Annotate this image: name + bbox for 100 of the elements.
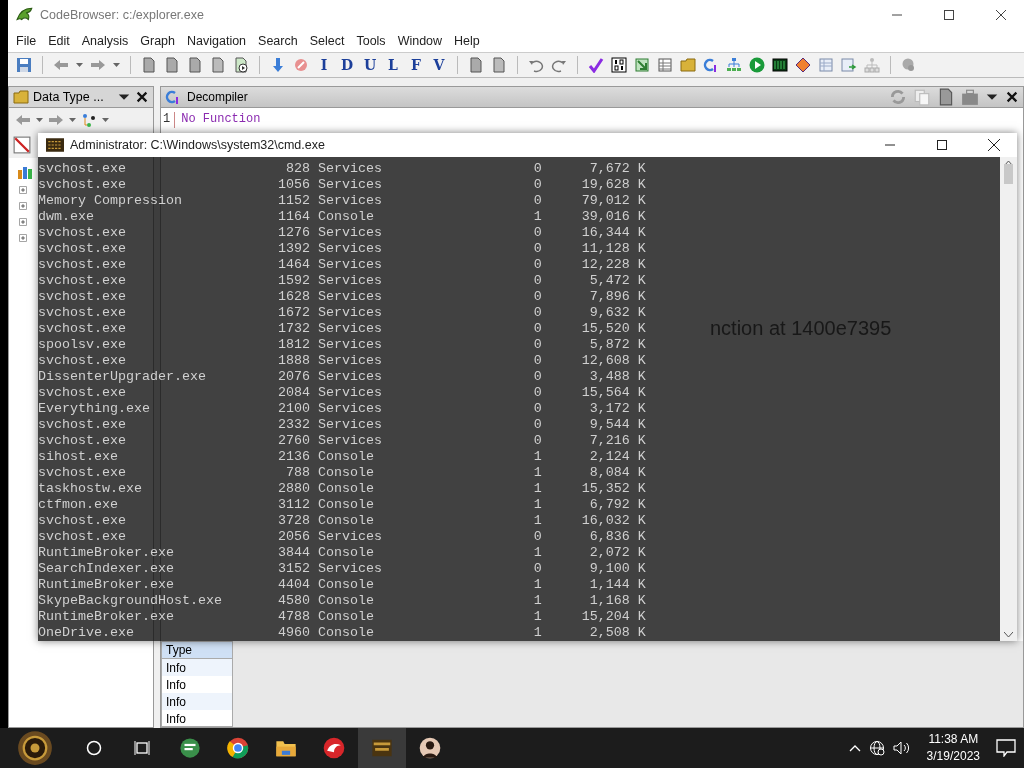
close-icon[interactable] [1005, 90, 1019, 104]
table-icon[interactable] [657, 57, 673, 73]
toolbar-letter-button[interactable]: F [408, 57, 424, 73]
play-icon[interactable] [749, 57, 765, 73]
process-id: 4404 [276, 577, 310, 593]
clock[interactable]: 11:38 AM 3/19/2023 [918, 731, 988, 765]
page-icon[interactable] [141, 57, 157, 73]
save-icon[interactable] [16, 57, 32, 73]
memory-usage: 9,100 K [588, 561, 646, 577]
session-name: Console [316, 465, 375, 481]
checkmark-icon[interactable] [588, 57, 604, 73]
scrollbar[interactable] [1000, 157, 1017, 641]
process-id: 4960 [276, 625, 310, 641]
menu-item[interactable]: Edit [42, 34, 76, 48]
memory-usage: 15,352 K [580, 481, 646, 497]
session-name: Console [316, 625, 375, 641]
caret-icon[interactable] [69, 118, 76, 122]
chevron-up-icon[interactable] [848, 744, 861, 752]
back-arrow-icon[interactable] [53, 57, 69, 73]
menu-item[interactable]: Search [252, 34, 304, 48]
process-name: svchost.exe [38, 289, 127, 305]
page-icon[interactable] [187, 57, 203, 73]
globe-icon[interactable] [868, 740, 885, 756]
menu-item[interactable]: Tools [350, 34, 392, 48]
scroll-down-icon[interactable] [1004, 632, 1013, 637]
scroll-thumb[interactable] [1004, 164, 1013, 184]
menu-item[interactable]: Analysis [75, 34, 135, 48]
document-icon[interactable] [937, 88, 955, 106]
process-id: 1592 [276, 273, 310, 289]
undo-icon[interactable] [528, 57, 544, 73]
menu-item[interactable]: Help [448, 34, 486, 48]
toolbar-letter-button[interactable]: I [316, 57, 332, 73]
process-name: svchost.exe [38, 385, 127, 401]
memory-usage: 7,216 K [588, 433, 646, 449]
process-id: 1392 [276, 241, 310, 257]
process-name: svchost.exe [38, 225, 127, 241]
page-icon[interactable] [164, 57, 180, 73]
toolbar-letter-button[interactable]: V [431, 57, 447, 73]
caret-icon[interactable] [76, 63, 83, 67]
redo-icon[interactable] [551, 57, 567, 73]
no-filter-icon[interactable] [13, 136, 31, 154]
menu-item[interactable]: Window [391, 34, 449, 48]
session-name: Services [316, 337, 383, 353]
session-number: 1 [533, 609, 542, 625]
session-name: Console [316, 481, 375, 497]
volume-icon[interactable] [892, 740, 911, 756]
process-name: svchost.exe [38, 465, 127, 481]
binary-icon[interactable] [611, 57, 627, 73]
page-icon[interactable] [210, 57, 226, 73]
process-id: 2056 [276, 529, 310, 545]
memory-usage: 6,836 K [588, 529, 646, 545]
chip-icon[interactable] [772, 57, 788, 73]
expand-icon[interactable] [17, 184, 29, 196]
session-number: 1 [533, 497, 542, 513]
tree-icon[interactable] [726, 57, 742, 73]
script-icon[interactable] [233, 57, 249, 73]
process-id: 1056 [276, 177, 310, 193]
toolbar-letter-button[interactable]: U [362, 57, 378, 73]
node-icon[interactable] [81, 112, 97, 128]
archive-icon[interactable] [17, 164, 33, 180]
toolbar-letter-button[interactable]: D [339, 57, 355, 73]
memory-usage: 15,520 K [580, 321, 646, 337]
memory-usage: 5,472 K [588, 273, 646, 289]
menu-item[interactable]: Graph [134, 34, 181, 48]
process-id: 2076 [276, 369, 310, 385]
memory-usage: 5,872 K [588, 337, 646, 353]
expand-icon[interactable] [17, 232, 29, 244]
cf-icon[interactable] [703, 57, 719, 73]
menu-item[interactable]: Navigation [181, 34, 253, 48]
caret-icon[interactable] [36, 118, 43, 122]
expand-icon[interactable] [17, 200, 29, 212]
process-name: svchost.exe [38, 529, 127, 545]
close-icon[interactable] [135, 90, 149, 104]
notification-icon[interactable] [996, 739, 1016, 757]
toolbar-letter-button[interactable]: L [385, 57, 401, 73]
back-arrow-icon[interactable] [15, 112, 31, 128]
session-number: 1 [533, 481, 542, 497]
expand-icon[interactable] [17, 216, 29, 228]
console-icon[interactable] [46, 136, 64, 154]
cf-icon[interactable] [165, 89, 181, 105]
caret-icon[interactable] [102, 118, 109, 122]
bubble-icon[interactable] [901, 57, 917, 73]
process-name: SkypeBackgroundHost.exe [38, 593, 223, 609]
menu-item[interactable]: File [10, 34, 43, 48]
session-name: Services [316, 193, 383, 209]
down-arrow-icon[interactable] [270, 57, 286, 73]
diamond-icon[interactable] [795, 57, 811, 73]
forward-arrow-icon[interactable] [90, 57, 106, 73]
dt-folder-icon[interactable] [680, 57, 696, 73]
arrow-box-icon[interactable] [634, 57, 650, 73]
chat-app-icon [179, 737, 201, 759]
process-name: RuntimeBroker.exe [38, 545, 175, 561]
scroll-up-icon[interactable] [1004, 161, 1013, 166]
session-number: 1 [533, 449, 542, 465]
forward-arrow-icon[interactable] [48, 112, 64, 128]
close-icon [988, 139, 1000, 151]
dt-folder-icon[interactable] [13, 89, 29, 105]
caret-icon[interactable] [113, 63, 120, 67]
briefcase-icon[interactable] [961, 88, 979, 106]
menu-item[interactable]: Select [303, 34, 351, 48]
